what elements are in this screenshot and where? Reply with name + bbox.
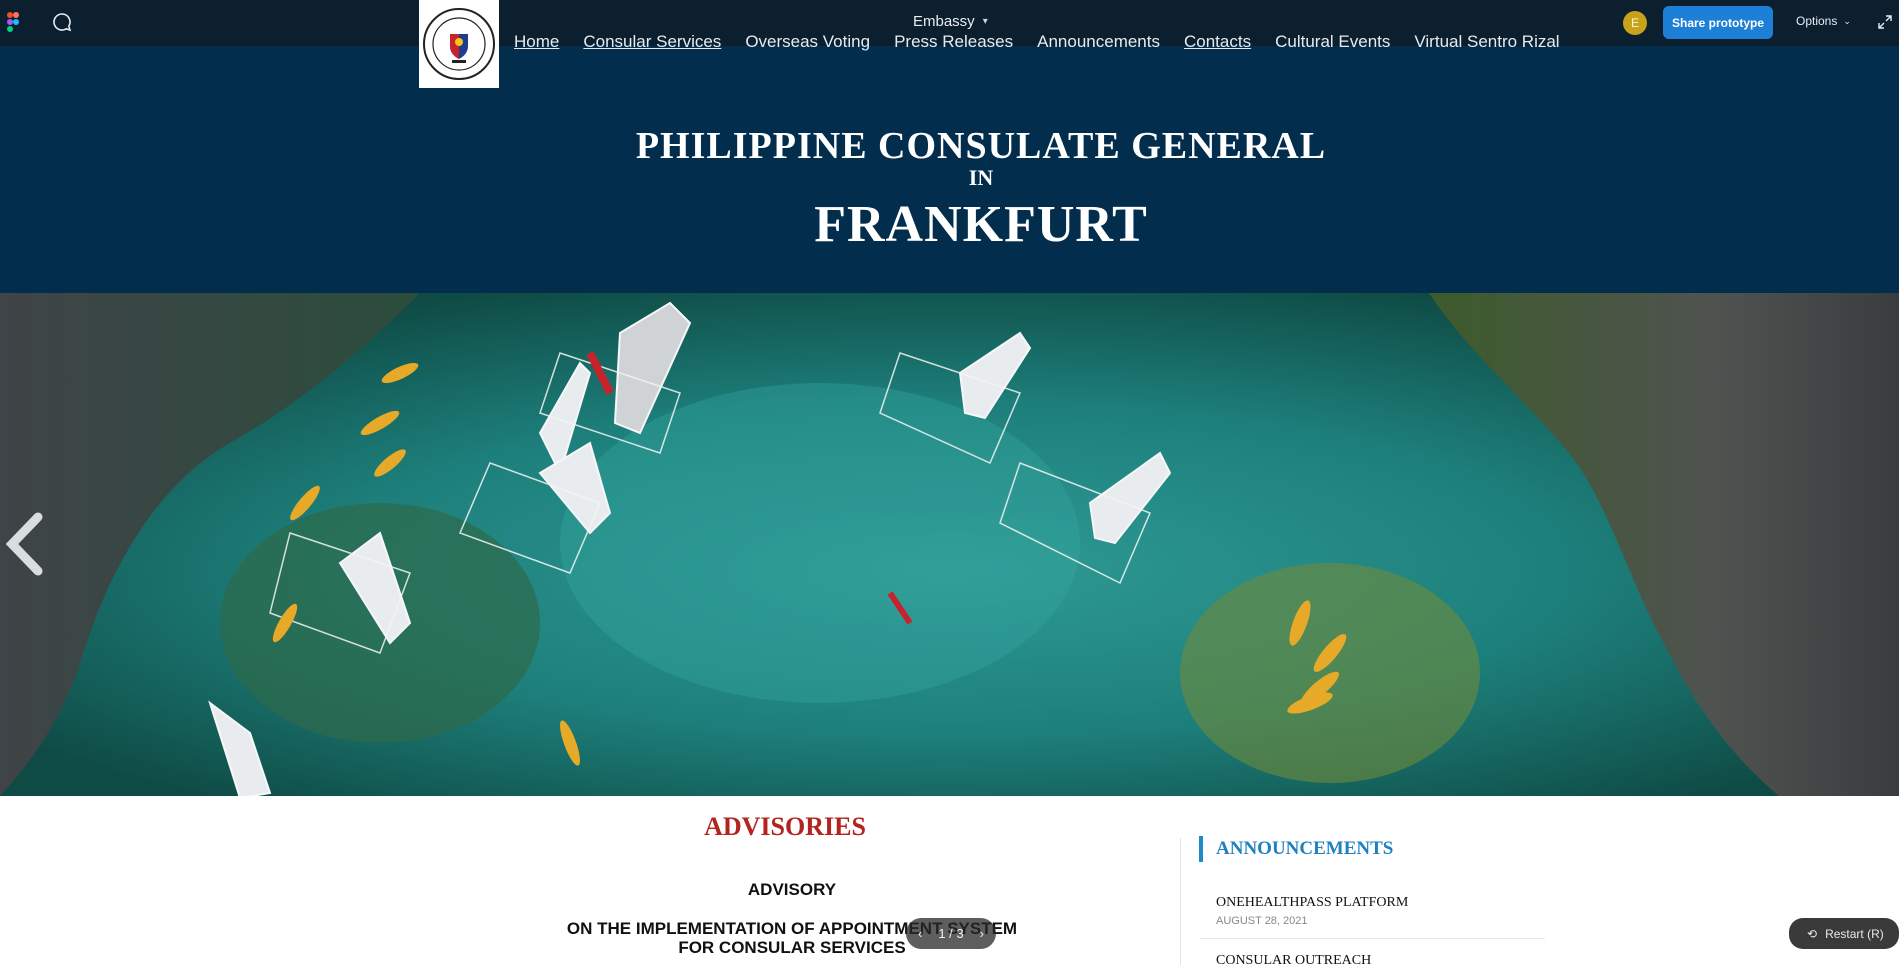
options-label: Options (1796, 14, 1838, 28)
share-prototype-button[interactable]: Share prototype (1663, 6, 1773, 39)
announcement-separator (1200, 938, 1545, 939)
announcement-link[interactable]: CONSULAR OUTREACH (1216, 953, 1371, 969)
nav-item-consular-services[interactable]: Consular Services (583, 32, 721, 52)
announcements-accent-bar (1199, 836, 1203, 862)
pager-prev-icon[interactable]: ‹ (918, 926, 922, 941)
announcement-link[interactable]: ONEHEALTHPASS PLATFORM (1216, 895, 1408, 911)
announcement-date: AUGUST 28, 2021 (1216, 915, 1308, 927)
file-name-dropdown[interactable]: Embassy ▾ (913, 13, 988, 30)
carousel-prev-icon[interactable] (2, 511, 46, 577)
restart-icon: ⟲ (1807, 926, 1818, 941)
consulate-title-line2: IN (968, 165, 994, 190)
chevron-down-icon: ⌄ (1843, 15, 1851, 26)
advisory-label: ADVISORY (747, 880, 837, 899)
consulate-title-line1: PHILIPPINE CONSULATE GENERAL (635, 125, 1327, 167)
chevron-down-icon: ▾ (982, 16, 988, 27)
nav-item-announcements[interactable]: Announcements (1037, 32, 1160, 52)
avatar[interactable]: E (1623, 11, 1647, 35)
nav-item-virtual-sentro-rizal[interactable]: Virtual Sentro Rizal (1414, 32, 1559, 52)
seal-icon (423, 8, 495, 80)
fullscreen-icon[interactable] (1877, 14, 1893, 30)
nav-item-home[interactable]: Home (514, 32, 559, 52)
dfa-seal-logo[interactable] (419, 0, 499, 88)
advisories-heading: ADVISORIES (704, 812, 866, 841)
announcements-heading: ANNOUNCEMENTS (1216, 838, 1394, 859)
options-menu-button[interactable]: Options ⌄ (1796, 14, 1851, 28)
pager-next-icon[interactable]: › (980, 926, 984, 941)
figma-logo-icon[interactable] (6, 11, 22, 33)
file-name-label: Embassy (913, 13, 975, 30)
nav-item-press-releases[interactable]: Press Releases (894, 32, 1013, 52)
advisory-pager[interactable]: ‹ 1 / 3 › (906, 918, 996, 949)
pager-count: 1 / 3 (938, 926, 964, 941)
hero-carousel-image (0, 293, 1899, 796)
column-divider (1180, 838, 1181, 965)
lagoon-boats-image (0, 293, 1899, 796)
nav-item-cultural-events[interactable]: Cultural Events (1275, 32, 1390, 52)
restart-label: Restart (R) (1825, 926, 1884, 941)
restart-button[interactable]: ⟲ Restart (R) (1789, 918, 1899, 949)
consulate-title-line3: FRANKFURT (814, 196, 1148, 253)
main-nav: Home Consular Services Overseas Voting P… (514, 32, 1560, 52)
nav-item-contacts[interactable]: Contacts (1184, 32, 1251, 52)
comment-icon[interactable] (52, 12, 72, 32)
nav-item-overseas-voting[interactable]: Overseas Voting (745, 32, 870, 52)
